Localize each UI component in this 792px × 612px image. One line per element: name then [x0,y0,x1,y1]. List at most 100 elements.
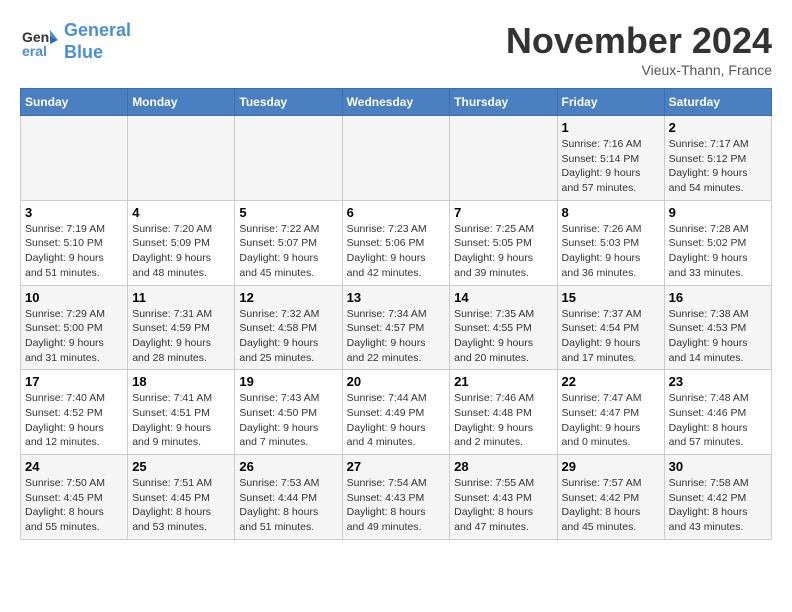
day-info: Sunrise: 7:23 AM Sunset: 5:06 PM Dayligh… [347,222,446,281]
column-header-thursday: Thursday [450,89,557,116]
calendar-cell [342,116,450,201]
day-number: 1 [562,120,660,135]
calendar-week-row: 3Sunrise: 7:19 AM Sunset: 5:10 PM Daylig… [21,200,772,285]
column-header-monday: Monday [128,89,235,116]
calendar-cell: 22Sunrise: 7:47 AM Sunset: 4:47 PM Dayli… [557,370,664,455]
column-header-wednesday: Wednesday [342,89,450,116]
calendar-cell: 6 Sunrise: 7:23 AM Sunset: 5:06 PM Daylig… [342,200,450,285]
day-number: 22 [562,374,660,389]
day-info: Sunrise: 7:35 AM Sunset: 4:55 PM Dayligh… [454,307,552,366]
column-header-friday: Friday [557,89,664,116]
day-info: Sunrise: 7:32 AM Sunset: 4:58 PM Dayligh… [239,307,337,366]
day-info: Sunrise: 7:22 AM Sunset: 5:07 PM Dayligh… [239,222,337,281]
day-info: Sunrise: 7:40 AM Sunset: 4:52 PM Dayligh… [25,391,123,450]
day-info: Sunrise: 7:38 AM Sunset: 4:53 PM Dayligh… [669,307,767,366]
calendar-cell: 8Sunrise: 7:26 AM Sunset: 5:03 PM Daylig… [557,200,664,285]
calendar-cell: 27 Sunrise: 7:54 AM Sunset: 4:43 PM Dayli… [342,455,450,540]
calendar-cell: 4 Sunrise: 7:20 AM Sunset: 5:09 PM Daylig… [128,200,235,285]
calendar-cell: 18 Sunrise: 7:41 AM Sunset: 4:51 PM Dayli… [128,370,235,455]
day-number: 12 [239,290,337,305]
day-number: 9 [669,205,767,220]
day-info: Sunrise: 7:51 AM Sunset: 4:45 PM Dayligh… [132,476,230,535]
day-number: 25 [132,459,230,474]
day-number: 20 [347,374,446,389]
day-info: Sunrise: 7:34 AM Sunset: 4:57 PM Dayligh… [347,307,446,366]
calendar-cell: 30 Sunrise: 7:58 AM Sunset: 4:42 PM Dayli… [664,455,771,540]
calendar-cell: 21 Sunrise: 7:46 AM Sunset: 4:48 PM Dayli… [450,370,557,455]
calendar-cell: 7 Sunrise: 7:25 AM Sunset: 5:05 PM Daylig… [450,200,557,285]
day-number: 27 [347,459,446,474]
day-info: Sunrise: 7:46 AM Sunset: 4:48 PM Dayligh… [454,391,552,450]
column-header-saturday: Saturday [664,89,771,116]
calendar-cell: 2Sunrise: 7:17 AM Sunset: 5:12 PM Daylig… [664,116,771,201]
column-header-tuesday: Tuesday [235,89,342,116]
calendar-week-row: 1 Sunrise: 7:16 AM Sunset: 5:14 PM Daylig… [21,116,772,201]
page-header: Gen eral General Blue November 2024 Vieu… [20,20,772,78]
logo-line1: General [64,20,131,40]
day-number: 18 [132,374,230,389]
day-number: 5 [239,205,337,220]
logo-line2: Blue [64,42,103,62]
calendar-cell: 26Sunrise: 7:53 AM Sunset: 4:44 PM Dayli… [235,455,342,540]
calendar-cell: 25 Sunrise: 7:51 AM Sunset: 4:45 PM Dayli… [128,455,235,540]
month-title: November 2024 [506,20,772,62]
day-number: 29 [562,459,660,474]
day-info: Sunrise: 7:55 AM Sunset: 4:43 PM Dayligh… [454,476,552,535]
calendar-header-row: SundayMondayTuesdayWednesdayThursdayFrid… [21,89,772,116]
day-number: 6 [347,205,446,220]
calendar-cell: 19Sunrise: 7:43 AM Sunset: 4:50 PM Dayli… [235,370,342,455]
calendar-cell: 13Sunrise: 7:34 AM Sunset: 4:57 PM Dayli… [342,285,450,370]
day-number: 7 [454,205,552,220]
logo: Gen eral General Blue [20,20,131,63]
calendar-cell: 5 Sunrise: 7:22 AM Sunset: 5:07 PM Daylig… [235,200,342,285]
calendar-cell [235,116,342,201]
calendar-cell: 14 Sunrise: 7:35 AM Sunset: 4:55 PM Dayli… [450,285,557,370]
svg-text:eral: eral [22,43,47,59]
day-info: Sunrise: 7:31 AM Sunset: 4:59 PM Dayligh… [132,307,230,366]
calendar-table: SundayMondayTuesdayWednesdayThursdayFrid… [20,88,772,540]
calendar-cell [128,116,235,201]
calendar-week-row: 24Sunrise: 7:50 AM Sunset: 4:45 PM Dayli… [21,455,772,540]
day-number: 11 [132,290,230,305]
day-info: Sunrise: 7:19 AM Sunset: 5:10 PM Dayligh… [25,222,123,281]
calendar-cell: 28Sunrise: 7:55 AM Sunset: 4:43 PM Dayli… [450,455,557,540]
calendar-cell: 1 Sunrise: 7:16 AM Sunset: 5:14 PM Daylig… [557,116,664,201]
day-info: Sunrise: 7:29 AM Sunset: 5:00 PM Dayligh… [25,307,123,366]
title-block: November 2024 Vieux-Thann, France [506,20,772,78]
calendar-cell [21,116,128,201]
day-info: Sunrise: 7:53 AM Sunset: 4:44 PM Dayligh… [239,476,337,535]
calendar-week-row: 17 Sunrise: 7:40 AM Sunset: 4:52 PM Dayli… [21,370,772,455]
location-subtitle: Vieux-Thann, France [506,62,772,78]
calendar-cell: 20Sunrise: 7:44 AM Sunset: 4:49 PM Dayli… [342,370,450,455]
day-info: Sunrise: 7:50 AM Sunset: 4:45 PM Dayligh… [25,476,123,535]
calendar-cell: 17 Sunrise: 7:40 AM Sunset: 4:52 PM Dayli… [21,370,128,455]
calendar-week-row: 10 Sunrise: 7:29 AM Sunset: 5:00 PM Dayli… [21,285,772,370]
day-info: Sunrise: 7:54 AM Sunset: 4:43 PM Dayligh… [347,476,446,535]
day-info: Sunrise: 7:48 AM Sunset: 4:46 PM Dayligh… [669,391,767,450]
calendar-cell: 24Sunrise: 7:50 AM Sunset: 4:45 PM Dayli… [21,455,128,540]
calendar-cell: 15Sunrise: 7:37 AM Sunset: 4:54 PM Dayli… [557,285,664,370]
day-number: 4 [132,205,230,220]
day-number: 16 [669,290,767,305]
day-info: Sunrise: 7:25 AM Sunset: 5:05 PM Dayligh… [454,222,552,281]
day-info: Sunrise: 7:20 AM Sunset: 5:09 PM Dayligh… [132,222,230,281]
day-number: 8 [562,205,660,220]
calendar-cell: 16 Sunrise: 7:38 AM Sunset: 4:53 PM Dayli… [664,285,771,370]
logo-icon: Gen eral [20,22,60,62]
day-info: Sunrise: 7:57 AM Sunset: 4:42 PM Dayligh… [562,476,660,535]
day-info: Sunrise: 7:37 AM Sunset: 4:54 PM Dayligh… [562,307,660,366]
calendar-cell [450,116,557,201]
day-number: 21 [454,374,552,389]
calendar-cell: 29 Sunrise: 7:57 AM Sunset: 4:42 PM Dayli… [557,455,664,540]
day-number: 10 [25,290,123,305]
day-number: 14 [454,290,552,305]
day-info: Sunrise: 7:41 AM Sunset: 4:51 PM Dayligh… [132,391,230,450]
day-number: 30 [669,459,767,474]
day-info: Sunrise: 7:16 AM Sunset: 5:14 PM Dayligh… [562,137,660,196]
column-header-sunday: Sunday [21,89,128,116]
day-number: 17 [25,374,123,389]
day-info: Sunrise: 7:58 AM Sunset: 4:42 PM Dayligh… [669,476,767,535]
calendar-cell: 3Sunrise: 7:19 AM Sunset: 5:10 PM Daylig… [21,200,128,285]
day-number: 23 [669,374,767,389]
day-info: Sunrise: 7:43 AM Sunset: 4:50 PM Dayligh… [239,391,337,450]
